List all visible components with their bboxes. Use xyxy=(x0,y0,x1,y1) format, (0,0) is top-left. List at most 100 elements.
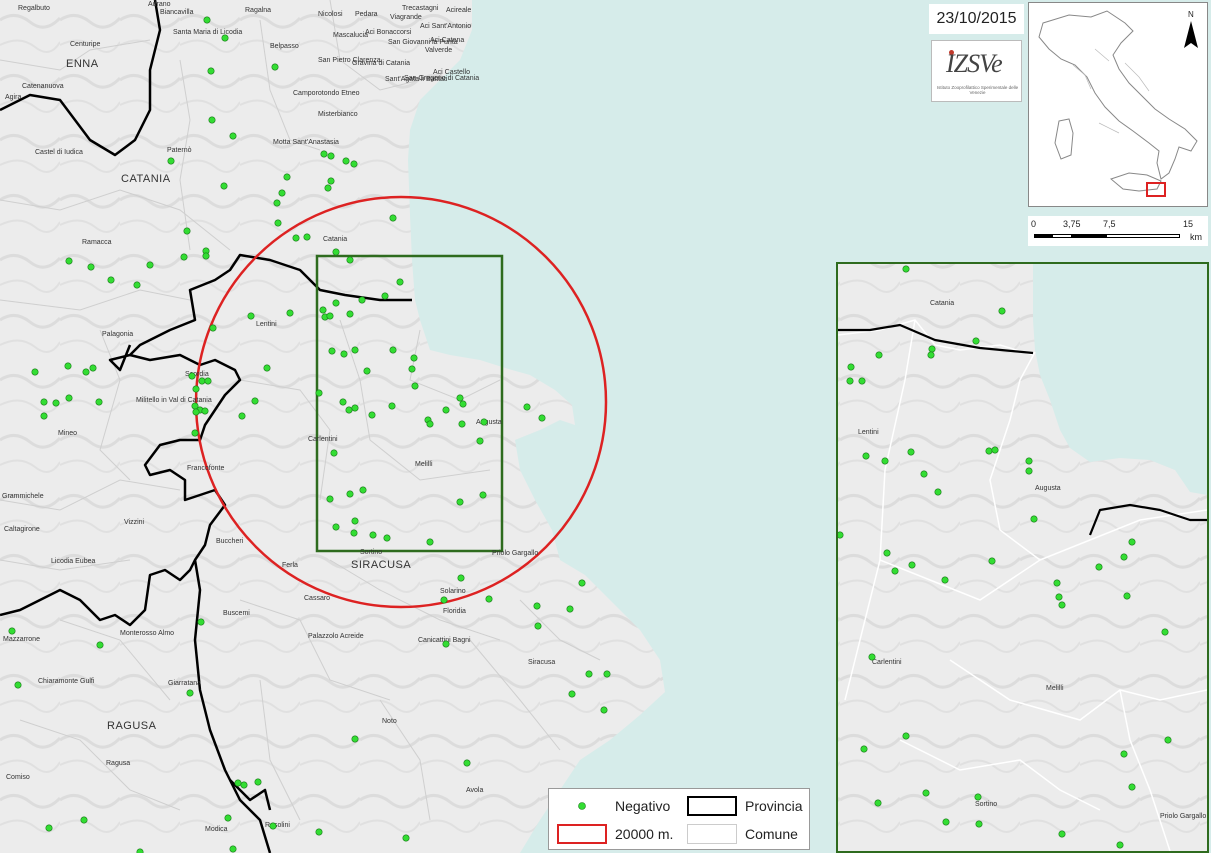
sample-point[interactable] xyxy=(578,579,586,587)
sample-point[interactable] xyxy=(456,498,464,506)
sample-point[interactable] xyxy=(459,400,467,408)
sample-point[interactable] xyxy=(479,491,487,499)
sample-point[interactable] xyxy=(1058,601,1066,609)
sample-point[interactable] xyxy=(65,394,73,402)
sample-point[interactable] xyxy=(907,448,915,456)
sample-point[interactable] xyxy=(186,689,194,697)
sample-point[interactable] xyxy=(319,306,327,314)
sample-point[interactable] xyxy=(902,732,910,740)
sample-point[interactable] xyxy=(1116,841,1124,849)
sample-point[interactable] xyxy=(107,276,115,284)
sample-point[interactable] xyxy=(254,778,262,786)
sample-point[interactable] xyxy=(80,816,88,824)
sample-point[interactable] xyxy=(192,408,200,416)
sample-point[interactable] xyxy=(201,407,209,415)
sample-point[interactable] xyxy=(534,622,542,630)
sample-point[interactable] xyxy=(908,561,916,569)
sample-point[interactable] xyxy=(315,389,323,397)
sample-point[interactable] xyxy=(408,365,416,373)
sample-point[interactable] xyxy=(328,347,336,355)
sample-point[interactable] xyxy=(975,820,983,828)
sample-point[interactable] xyxy=(327,152,335,160)
sample-point[interactable] xyxy=(283,173,291,181)
sample-point[interactable] xyxy=(991,446,999,454)
sample-point[interactable] xyxy=(224,814,232,822)
sample-point[interactable] xyxy=(998,307,1006,315)
sample-point[interactable] xyxy=(273,199,281,207)
sample-point[interactable] xyxy=(274,219,282,227)
sample-point[interactable] xyxy=(1161,628,1169,636)
sample-point[interactable] xyxy=(868,653,876,661)
sample-point[interactable] xyxy=(533,602,541,610)
sample-point[interactable] xyxy=(883,549,891,557)
sample-point[interactable] xyxy=(457,574,465,582)
sample-point[interactable] xyxy=(40,398,48,406)
sample-point[interactable] xyxy=(1128,538,1136,546)
sample-point[interactable] xyxy=(934,488,942,496)
sample-point[interactable] xyxy=(221,34,229,42)
sample-point[interactable] xyxy=(350,160,358,168)
sample-point[interactable] xyxy=(220,182,228,190)
sample-point[interactable] xyxy=(286,309,294,317)
sample-point[interactable] xyxy=(396,278,404,286)
sample-point[interactable] xyxy=(568,690,576,698)
sample-point[interactable] xyxy=(95,398,103,406)
sample-point[interactable] xyxy=(96,641,104,649)
sample-point[interactable] xyxy=(985,447,993,455)
sample-point[interactable] xyxy=(14,681,22,689)
sample-point[interactable] xyxy=(240,781,248,789)
sample-point[interactable] xyxy=(1055,593,1063,601)
sample-point[interactable] xyxy=(238,412,246,420)
sample-point[interactable] xyxy=(45,824,53,832)
sample-point[interactable] xyxy=(229,132,237,140)
sample-point[interactable] xyxy=(902,265,910,273)
sample-point[interactable] xyxy=(1058,830,1066,838)
sample-point[interactable] xyxy=(229,845,237,853)
sample-point[interactable] xyxy=(207,67,215,75)
sample-point[interactable] xyxy=(346,256,354,264)
sample-point[interactable] xyxy=(972,337,980,345)
sample-point[interactable] xyxy=(411,382,419,390)
sample-point[interactable] xyxy=(339,398,347,406)
sample-point[interactable] xyxy=(351,346,359,354)
sample-point[interactable] xyxy=(838,531,844,539)
sample-point[interactable] xyxy=(320,150,328,158)
sample-point[interactable] xyxy=(332,299,340,307)
sample-point[interactable] xyxy=(874,799,882,807)
sample-point[interactable] xyxy=(350,529,358,537)
sample-point[interactable] xyxy=(180,253,188,261)
sample-point[interactable] xyxy=(846,377,854,385)
sample-point[interactable] xyxy=(920,470,928,478)
sample-point[interactable] xyxy=(136,848,144,853)
sample-point[interactable] xyxy=(208,116,216,124)
sample-point[interactable] xyxy=(523,403,531,411)
sample-point[interactable] xyxy=(1053,579,1061,587)
sample-point[interactable] xyxy=(942,818,950,826)
sample-point[interactable] xyxy=(346,310,354,318)
sample-point[interactable] xyxy=(327,177,335,185)
sample-point[interactable] xyxy=(1095,563,1103,571)
sample-point[interactable] xyxy=(389,346,397,354)
sample-point[interactable] xyxy=(440,596,448,604)
sample-point[interactable] xyxy=(566,605,574,613)
sample-point[interactable] xyxy=(133,281,141,289)
sample-point[interactable] xyxy=(8,627,16,635)
sample-point[interactable] xyxy=(346,490,354,498)
sample-point[interactable] xyxy=(188,372,196,380)
sample-point[interactable] xyxy=(442,406,450,414)
sample-point[interactable] xyxy=(476,437,484,445)
sample-point[interactable] xyxy=(89,364,97,372)
sample-point[interactable] xyxy=(485,595,493,603)
sample-point[interactable] xyxy=(847,363,855,371)
sample-point[interactable] xyxy=(197,618,205,626)
sample-point[interactable] xyxy=(881,457,889,465)
sample-point[interactable] xyxy=(369,531,377,539)
sample-point[interactable] xyxy=(146,261,154,269)
sample-point[interactable] xyxy=(64,362,72,370)
sample-point[interactable] xyxy=(303,233,311,241)
sample-point[interactable] xyxy=(974,793,982,801)
sample-point[interactable] xyxy=(31,368,39,376)
sample-point[interactable] xyxy=(263,364,271,372)
sample-point[interactable] xyxy=(326,495,334,503)
sample-point[interactable] xyxy=(585,670,593,678)
